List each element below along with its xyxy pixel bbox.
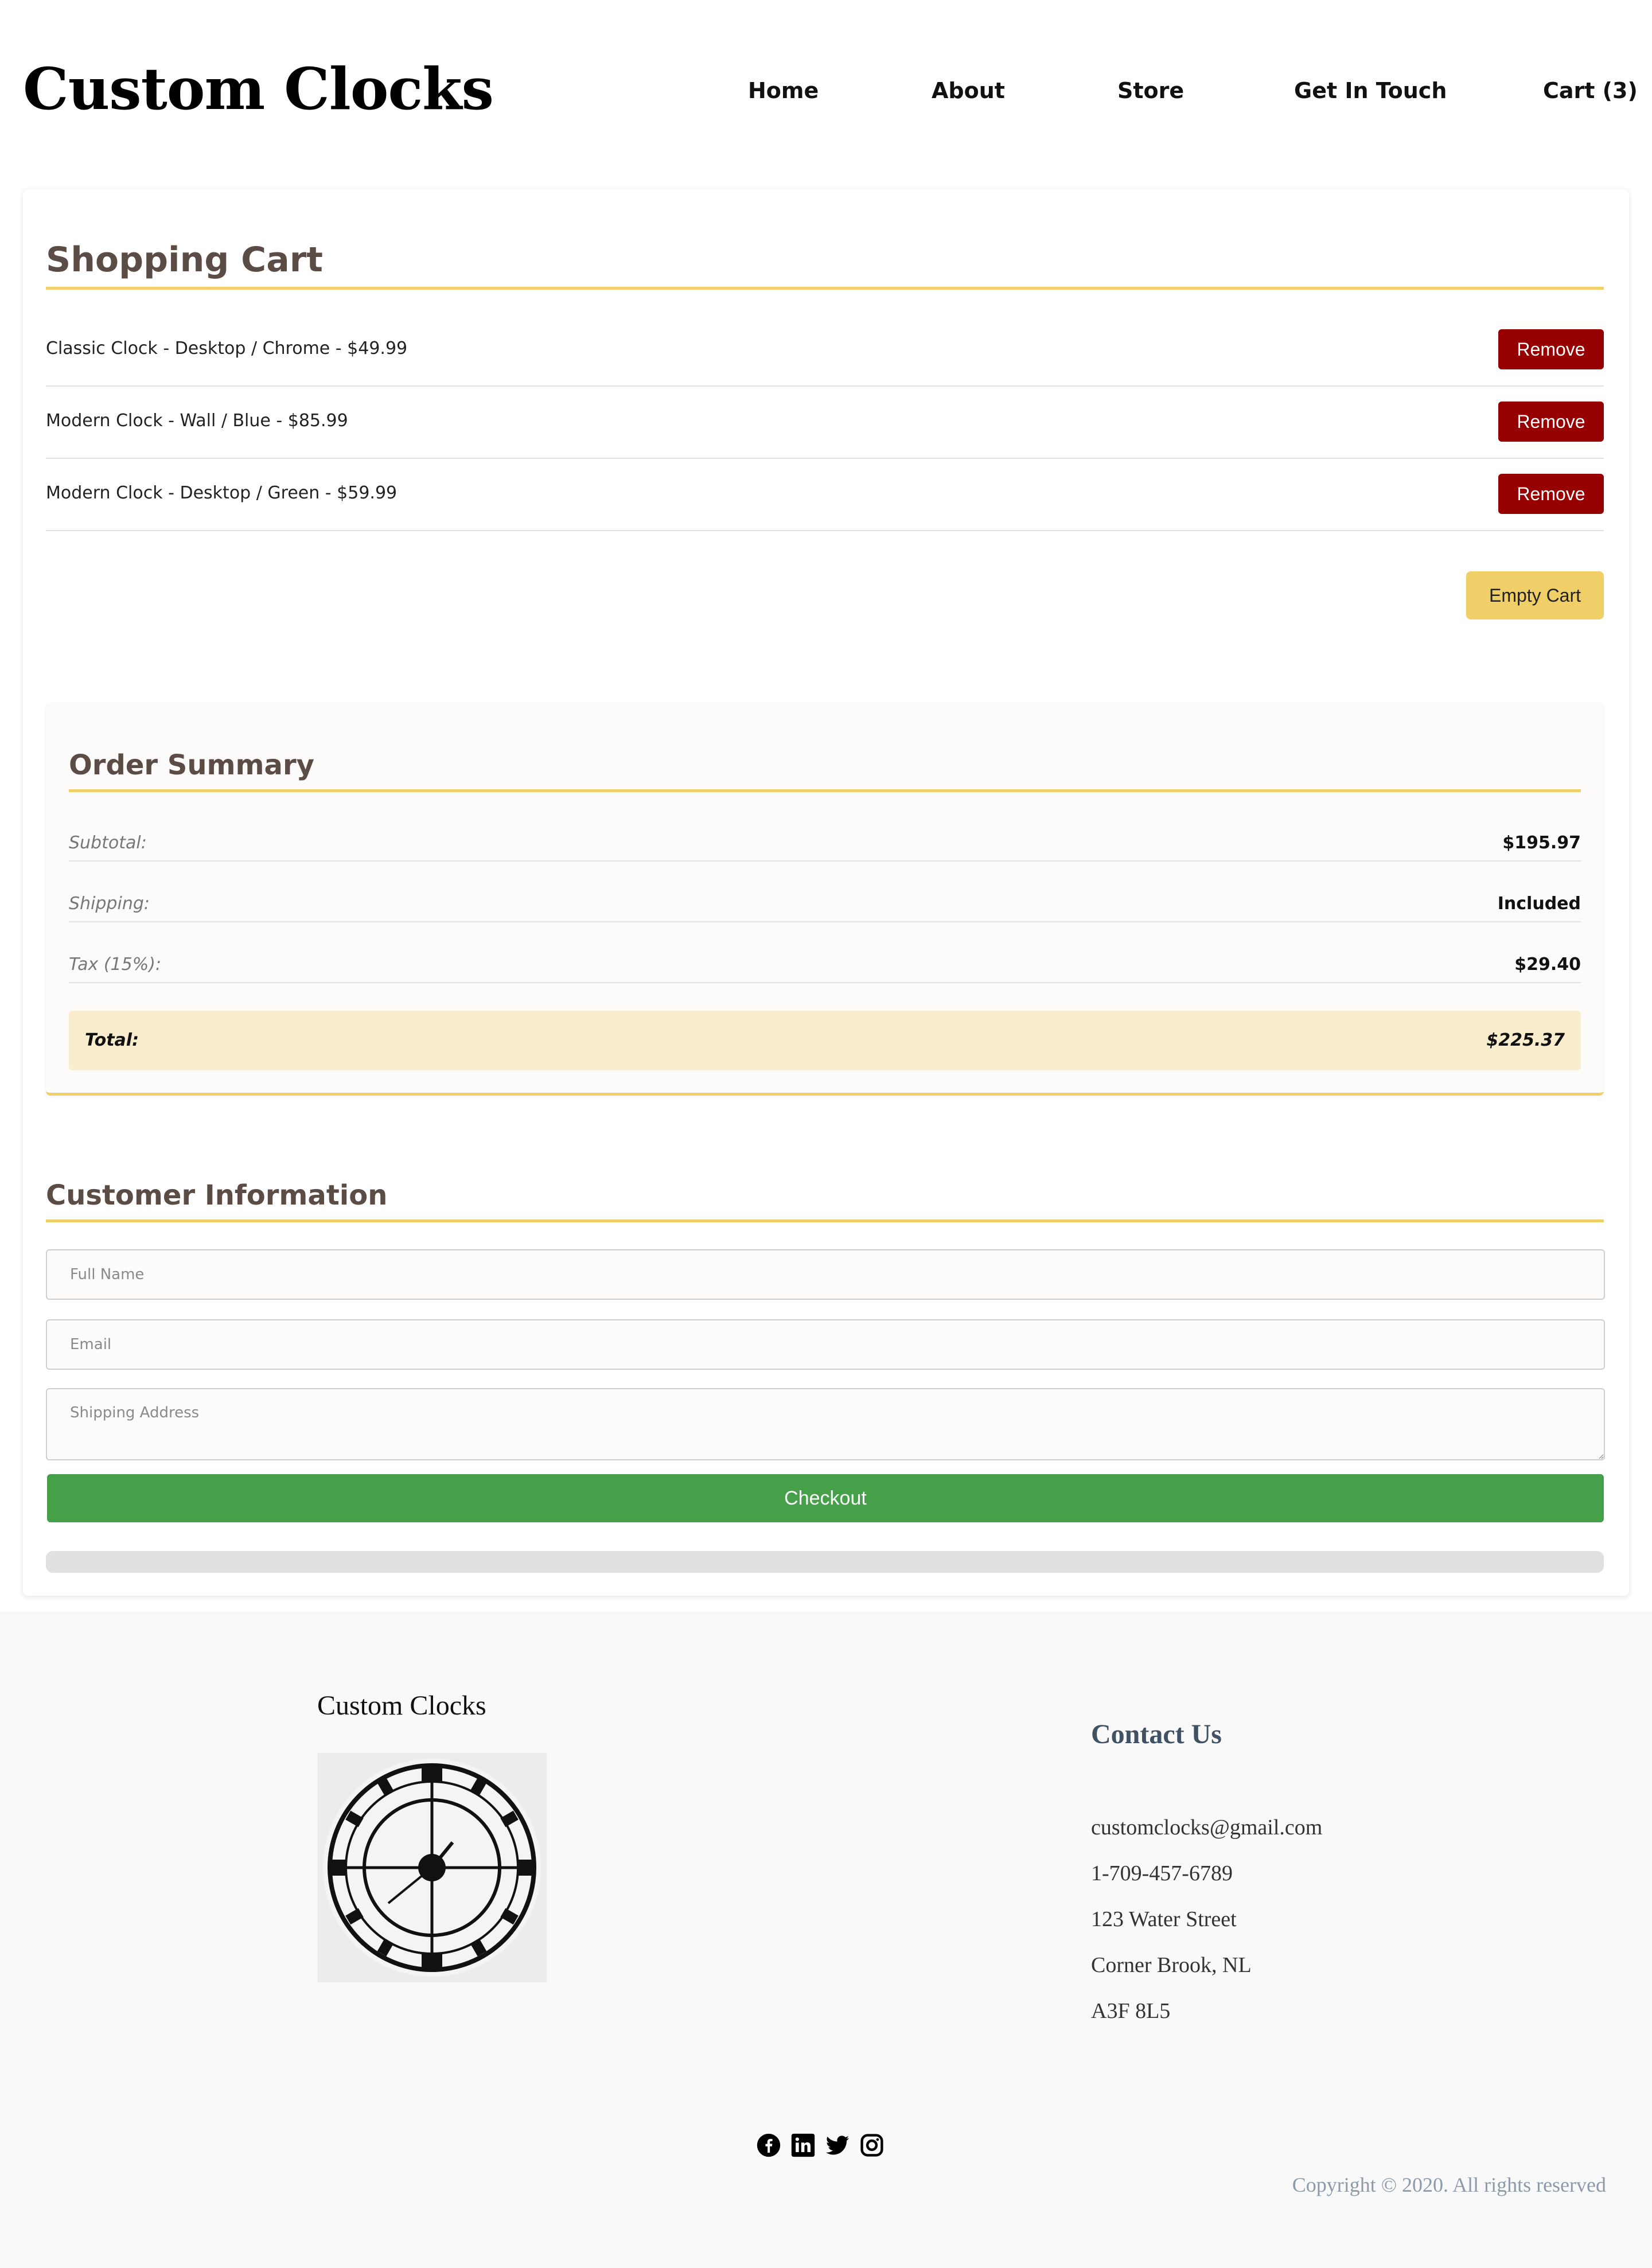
checkout-button[interactable]: Checkout <box>47 1474 1604 1522</box>
customer-info-title: Customer Information <box>46 1179 388 1211</box>
email-input[interactable] <box>46 1319 1605 1370</box>
facebook-icon[interactable] <box>756 2133 781 2158</box>
instagram-icon[interactable] <box>859 2133 885 2158</box>
nav-store[interactable]: Store <box>1117 78 1184 103</box>
nav-get-in-touch[interactable]: Get In Touch <box>1294 78 1447 103</box>
cart-item-text: Modern Clock - Desktop / Green - $59.99 <box>46 483 398 503</box>
main-nav: Home About Store Get In Touch Cart (3) <box>0 78 1652 112</box>
cart-title: Shopping Cart <box>46 240 323 280</box>
wall-clock-icon <box>317 1753 547 1982</box>
empty-cart-button[interactable]: Empty Cart <box>1466 571 1604 619</box>
subtotal-row: Subtotal: $195.97 <box>69 827 1581 862</box>
contact-postal: A3F 8L5 <box>1091 1999 1171 2023</box>
site-footer: Custom Clocks Contact Us customclocks@gm… <box>0 1612 1652 2268</box>
cart-item-text: Classic Clock - Desktop / Chrome - $49.9… <box>46 338 408 358</box>
remove-button[interactable]: Remove <box>1498 402 1604 442</box>
contact-email[interactable]: customclocks@gmail.com <box>1091 1815 1322 1840</box>
remove-button[interactable]: Remove <box>1498 474 1604 514</box>
full-name-input[interactable] <box>46 1249 1605 1300</box>
shipping-value: Included <box>1497 894 1581 914</box>
customer-info-rule <box>46 1219 1604 1222</box>
nav-cart[interactable]: Cart (3) <box>1543 78 1638 103</box>
tax-row: Tax (15%): $29.40 <box>69 949 1581 983</box>
contact-city: Corner Brook, NL <box>1091 1953 1252 1977</box>
linkedin-icon[interactable] <box>790 2133 816 2158</box>
total-value: $225.37 <box>1486 1030 1565 1050</box>
twitter-icon[interactable] <box>825 2133 850 2158</box>
copyright-text: Copyright © 2020. All rights reserved <box>1292 2173 1606 2196</box>
checkout-card: Shopping Cart Classic Clock - Desktop / … <box>23 189 1629 1596</box>
site-header: Custom Clocks Home About Store Get In To… <box>0 0 1652 184</box>
total-label: Total: <box>85 1030 139 1050</box>
total-row: Total: $225.37 <box>69 1011 1581 1070</box>
tax-label: Tax (15%): <box>69 954 162 975</box>
subtotal-value: $195.97 <box>1502 833 1581 853</box>
contact-street: 123 Water Street <box>1091 1907 1237 1931</box>
contact-title: Contact Us <box>1091 1719 1222 1749</box>
cart-item: Classic Clock - Desktop / Chrome - $49.9… <box>46 314 1604 387</box>
cart-item: Modern Clock - Wall / Blue - $85.99 Remo… <box>46 387 1604 459</box>
tax-value: $29.40 <box>1514 954 1581 975</box>
summary-title: Order Summary <box>69 749 314 781</box>
cart-title-rule <box>46 287 1604 290</box>
shipping-address-input[interactable] <box>46 1388 1605 1460</box>
remove-button[interactable]: Remove <box>1498 329 1604 369</box>
nav-home[interactable]: Home <box>748 78 819 103</box>
cart-item: Modern Clock - Desktop / Green - $59.99 … <box>46 459 1604 531</box>
summary-title-rule <box>69 789 1581 792</box>
shipping-label: Shipping: <box>69 894 150 914</box>
clock-image <box>317 1753 547 1982</box>
cart-item-text: Modern Clock - Wall / Blue - $85.99 <box>46 411 348 431</box>
subtotal-label: Subtotal: <box>69 833 147 853</box>
order-summary: Order Summary Subtotal: $195.97 Shipping… <box>46 703 1604 1096</box>
contact-phone[interactable]: 1-709-457-6789 <box>1091 1861 1233 1886</box>
shipping-row: Shipping: Included <box>69 888 1581 922</box>
nav-about[interactable]: About <box>932 78 1005 103</box>
checkout-progress-bar <box>46 1551 1604 1573</box>
footer-brand: Custom Clocks <box>317 1690 486 1721</box>
